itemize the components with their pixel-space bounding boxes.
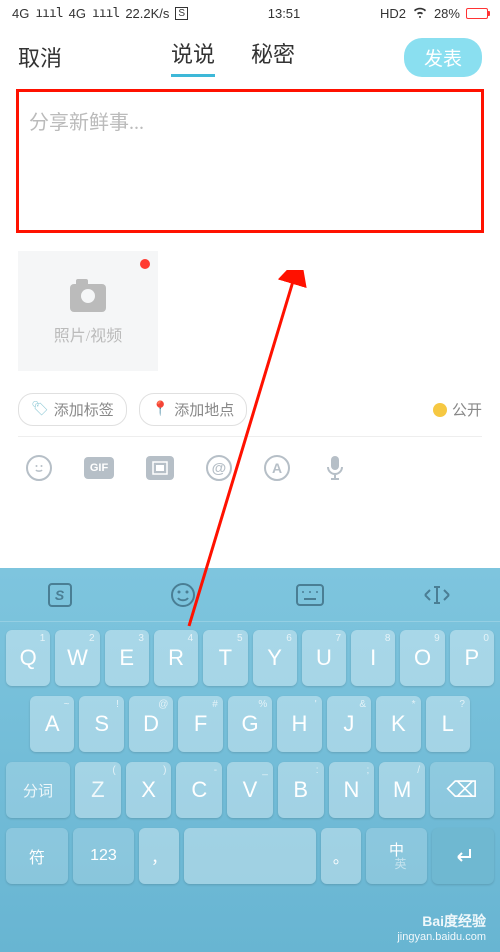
keyboard-row-3: 分词 (Z)X-C_V:B;N/M ⌫ [6,762,494,818]
key-n[interactable]: ;N [329,762,375,818]
key-enter[interactable] [432,828,494,884]
visibility-button[interactable]: 公开 [433,399,482,420]
signal-1-icon: ıııl [35,6,62,21]
key-p[interactable]: 0P [450,630,494,686]
add-location-button[interactable]: 📍 添加地点 [139,393,247,426]
location-icon: 📍 [152,401,169,418]
add-media-button[interactable]: 照片/视频 [18,251,158,371]
net-speed: 22.2K/s [125,6,169,21]
visibility-label: 公开 [452,399,482,420]
key-v[interactable]: _V [227,762,273,818]
mention-button[interactable]: @ [206,455,232,481]
add-location-label: 添加地点 [174,399,234,420]
key-period[interactable]: 。 [321,828,361,884]
compose-toolbar: GIF @ A [0,437,500,497]
signal-2-icon: ıııl [92,6,119,21]
network-1: 4G [12,6,29,21]
key-z[interactable]: (Z [75,762,121,818]
key-b[interactable]: :B [278,762,324,818]
key-g[interactable]: %G [228,696,272,752]
media-row: 照片/视频 [0,233,500,371]
key-c[interactable]: -C [176,762,222,818]
voice-button[interactable] [322,455,348,481]
tab-shuoshuo[interactable]: 说说 [171,37,215,77]
emoji-button[interactable] [26,455,52,481]
key-a[interactable]: ~A [30,696,74,752]
tag-icon: 🏷 [31,401,49,418]
keyboard-row-2: ~A!S@D#F%G'H&J*K?L [6,696,494,752]
text-style-button[interactable]: A [264,455,290,481]
add-tag-button[interactable]: 🏷 添加标签 [18,393,127,426]
key-numbers[interactable]: 123 [73,828,135,884]
visibility-icon [433,403,447,417]
key-h[interactable]: 'H [277,696,321,752]
keyboard-row-1: 1Q2W3E4R5T6Y7U8I9O0P [6,630,494,686]
key-i[interactable]: 8I [351,630,395,686]
key-m[interactable]: /M [379,762,425,818]
key-r[interactable]: 4R [154,630,198,686]
key-e[interactable]: 3E [105,630,149,686]
key-u[interactable]: 7U [302,630,346,686]
key-k[interactable]: *K [376,696,420,752]
key-backspace[interactable]: ⌫ [430,762,494,818]
key-o[interactable]: 9O [400,630,444,686]
sim-icon: S [175,7,188,20]
keyboard-cursor-button[interactable] [421,579,453,611]
key-l[interactable]: ?L [426,696,470,752]
key-w[interactable]: 2W [55,630,99,686]
wifi-icon [412,6,428,21]
key-segment[interactable]: 分词 [6,762,70,818]
key-d[interactable]: @D [129,696,173,752]
battery-icon [466,8,488,19]
watermark: Bai度经验 jingyan.baidu.com [397,912,486,944]
battery-pct: 28% [434,6,460,21]
key-x[interactable]: )X [126,762,172,818]
key-q[interactable]: 1Q [6,630,50,686]
key-f[interactable]: #F [178,696,222,752]
key-space[interactable] [184,828,316,884]
compose-placeholder: 分享新鲜事... [29,106,471,135]
key-y[interactable]: 6Y [253,630,297,686]
notification-dot [140,259,150,269]
status-time: 13:51 [268,6,301,21]
key-symbols[interactable]: 符 [6,828,68,884]
key-language[interactable]: 中 英 [366,828,428,884]
keyboard-row-4: 符 123 ， 。 中 英 [6,828,494,884]
add-tag-label: 添加标签 [54,399,114,420]
camera-icon [70,284,106,312]
tab-secret[interactable]: 秘密 [251,37,295,77]
keyboard-emoji-button[interactable] [167,579,199,611]
template-button[interactable] [146,456,174,480]
status-bar: 4G ıııl 4G ıııl 22.2K/s S 13:51 HD2 28% [0,0,500,27]
keyboard: S 1Q2W3E4R5T6Y7U8I9O0P ~A!S@D#F%G'H&J*K?… [0,568,500,952]
keyboard-layout-button[interactable] [294,579,326,611]
key-s[interactable]: !S [79,696,123,752]
gif-button[interactable]: GIF [84,457,114,479]
header: 取消 说说 秘密 发表 [0,27,500,81]
publish-button[interactable]: 发表 [404,38,482,77]
network-2: 4G [69,6,86,21]
media-label: 照片/视频 [54,322,122,346]
cancel-button[interactable]: 取消 [18,41,62,73]
key-t[interactable]: 5T [203,630,247,686]
key-comma[interactable]: ， [139,828,179,884]
compose-input[interactable]: 分享新鲜事... [16,89,484,233]
keyboard-logo[interactable]: S [48,583,72,607]
tag-row: 🏷 添加标签 📍 添加地点 公开 [0,371,500,436]
key-j[interactable]: &J [327,696,371,752]
hd-indicator: HD2 [380,6,406,21]
